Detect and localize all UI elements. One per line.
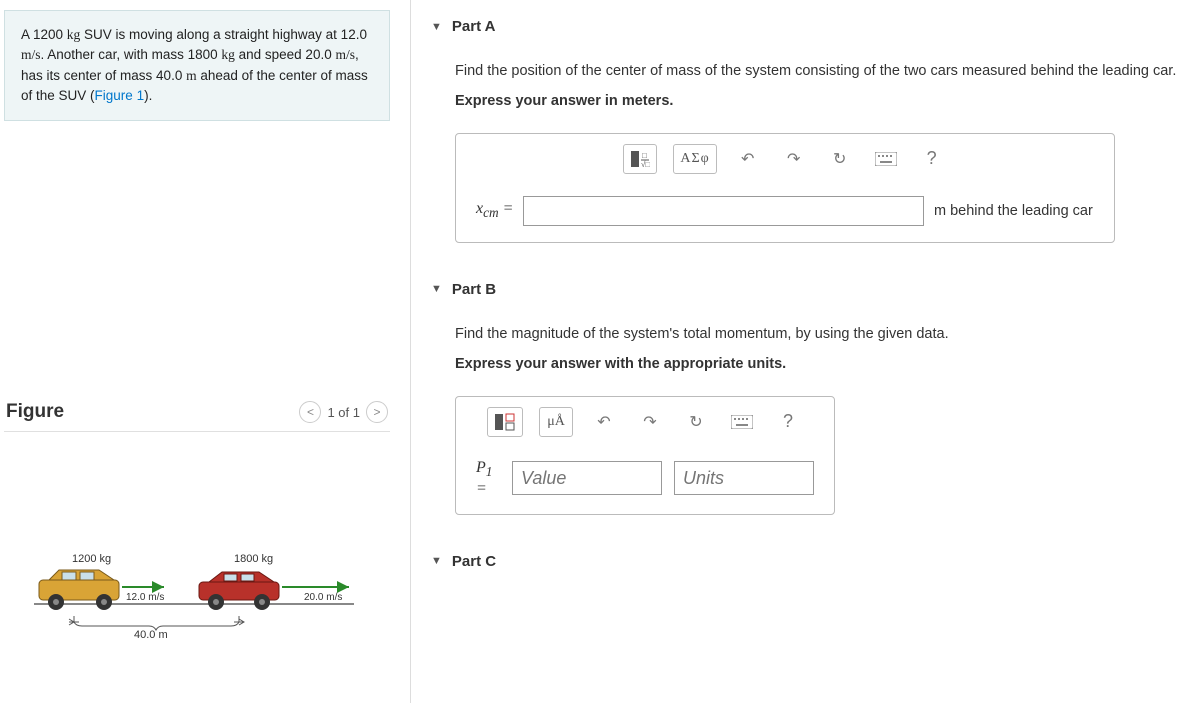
figure-link[interactable]: Figure 1 [95,88,145,103]
part-b-header[interactable]: ▼ Part B [431,273,1194,306]
svg-text:□: □ [642,151,647,160]
keyboard-button[interactable] [871,144,901,174]
undo-button[interactable]: ↶ [589,407,619,437]
part-a-instruction: Express your answer in meters. [455,93,1194,109]
reset-button[interactable]: ↻ [825,144,855,174]
figure-prev-button[interactable]: < [299,401,321,423]
keyboard-button[interactable] [727,407,757,437]
part-a-variable-label: xcm = [476,200,513,221]
part-a-unit-label: m behind the leading car [934,203,1094,219]
caret-down-icon: ▼ [431,21,442,33]
part-a-prompt: Find the position of the center of mass … [455,61,1194,83]
help-button[interactable]: ? [917,144,947,174]
part-c-header[interactable]: ▼ Part C [431,545,1194,578]
part-a-section: ▼ Part A Find the position of the center… [431,10,1194,243]
template-button[interactable] [487,407,523,437]
template-fraction-button[interactable]: □√□ [623,144,657,174]
part-a-toolbar: □√□ ΑΣφ ↶ ↷ ↻ ? [458,136,1112,182]
redo-button[interactable]: ↷ [779,144,809,174]
figure-pager-label: 1 of 1 [327,405,360,420]
keyboard-icon [731,415,753,429]
svg-text:√□: √□ [641,160,650,168]
part-b-section: ▼ Part B Find the magnitude of the syste… [431,273,1194,515]
caret-down-icon: ▼ [431,555,442,567]
part-b-instruction: Express your answer with the appropriate… [455,356,1194,372]
template-icon: □√□ [630,150,650,168]
part-a-title: Part A [452,18,496,35]
figure-title: Figure [6,401,64,423]
figure-next-button[interactable]: > [366,401,388,423]
part-b-toolbar: μÅ ↶ ↷ ↻ ? [458,399,832,445]
car-mass-label: 1800 kg [234,553,273,565]
keyboard-icon [875,152,897,166]
car-speed-label: 20.0 m/s [304,592,342,603]
part-b-variable-label: P1 = [476,459,500,498]
reset-button[interactable]: ↻ [681,407,711,437]
suv-mass-label: 1200 kg [72,553,111,565]
suv-speed-label: 12.0 m/s [126,592,164,603]
template-icon [494,413,516,431]
help-button[interactable]: ? [773,407,803,437]
part-c-section: ▼ Part C [431,545,1194,578]
part-b-title: Part B [452,281,496,298]
figure-pager: < 1 of 1 > [299,401,388,423]
part-a-answer-input[interactable] [523,196,924,226]
greek-symbols-button[interactable]: ΑΣφ [673,144,716,174]
problem-statement: A 1200 kg SUV is moving along a straight… [4,10,390,121]
undo-button[interactable]: ↶ [733,144,763,174]
part-c-title: Part C [452,553,496,570]
distance-label: 40.0 m [134,629,168,641]
redo-button[interactable]: ↷ [635,407,665,437]
part-a-header[interactable]: ▼ Part A [431,10,1194,43]
part-b-prompt: Find the magnitude of the system's total… [455,324,1194,346]
caret-down-icon: ▼ [431,283,442,295]
units-symbols-button[interactable]: μÅ [539,407,573,437]
figure-image: 1200 kg 12.0 m/s 1800 kg 20.0 m/s [4,432,390,652]
part-b-units-input[interactable] [674,461,814,495]
part-b-value-input[interactable] [512,461,662,495]
